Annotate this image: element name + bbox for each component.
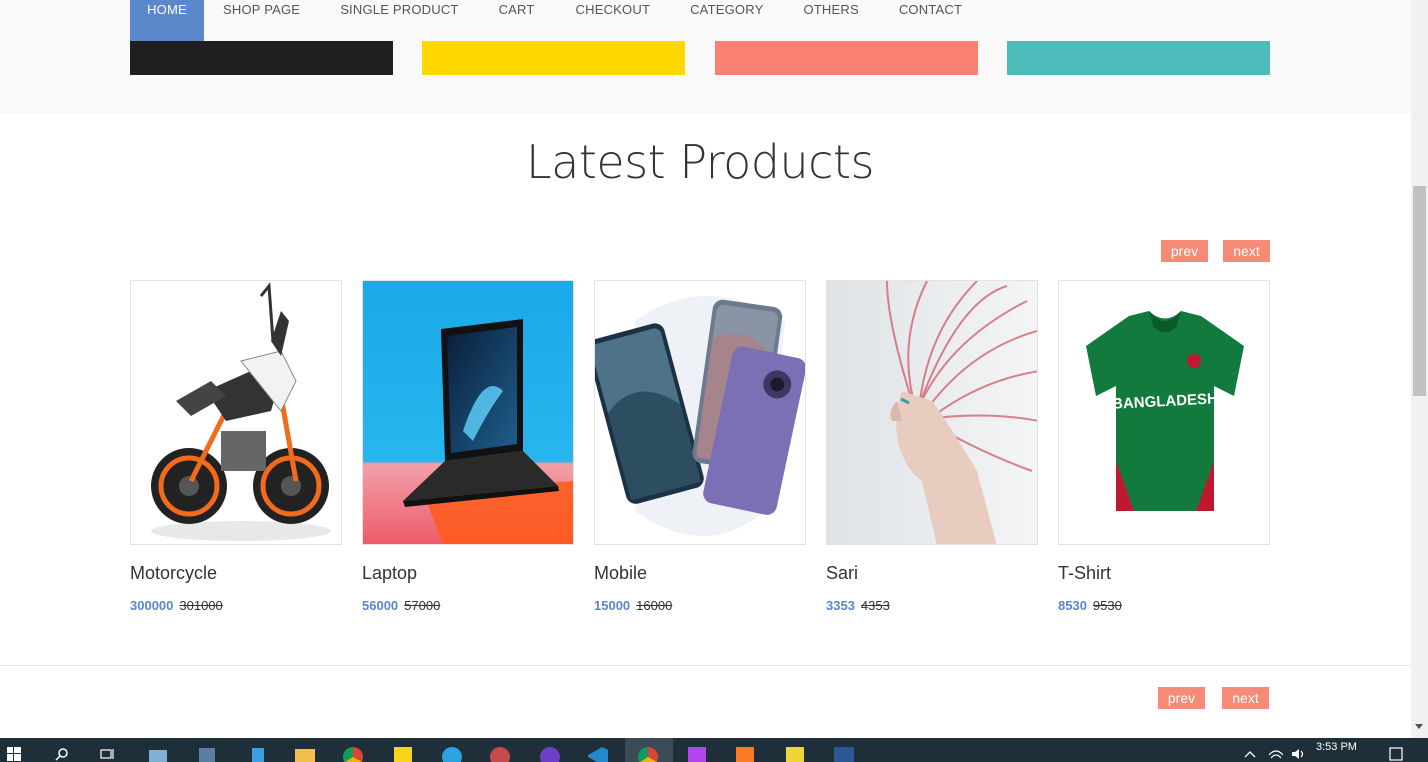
product-name[interactable]: T-Shirt <box>1058 563 1111 584</box>
laptop-image-art <box>363 281 573 544</box>
notification-icon[interactable] <box>1386 746 1406 762</box>
chevron-up-icon[interactable] <box>1240 746 1260 762</box>
windows-start-icon[interactable] <box>4 746 24 762</box>
section-divider <box>0 665 1411 666</box>
volume-icon[interactable] <box>1288 746 1308 762</box>
promo-block-salmon[interactable] <box>715 41 978 75</box>
product-old-price: 57000 <box>404 598 441 613</box>
laptop-image[interactable] <box>362 280 574 545</box>
chrome-icon[interactable] <box>343 746 363 762</box>
mobile-image[interactable] <box>594 280 806 545</box>
github-desktop-icon[interactable] <box>540 746 560 762</box>
product-prices: 8530 9530 <box>1058 598 1122 613</box>
app-icon-blue[interactable] <box>248 746 268 762</box>
nav-home[interactable]: HOME <box>130 0 204 41</box>
search-icon[interactable] <box>52 746 72 762</box>
product-card[interactable]: Motorcycle 300000 301000 <box>130 280 342 613</box>
vscode-icon[interactable] <box>588 746 608 762</box>
wifi-icon[interactable] <box>1266 746 1286 762</box>
nav-single-product[interactable]: SINGLE PRODUCT <box>319 0 477 41</box>
product-old-price: 16000 <box>636 598 673 613</box>
product-price: 300000 <box>130 598 174 613</box>
motorcycle-image-art <box>151 282 331 541</box>
product-card[interactable]: BANGLADESH T-Shirt 8530 9530 <box>1058 280 1270 613</box>
explorer-app-icon[interactable] <box>148 746 168 762</box>
tshirt-image[interactable]: BANGLADESH <box>1058 280 1270 545</box>
task-view-icon[interactable] <box>98 746 118 762</box>
section-title: Latest Products <box>526 135 874 189</box>
product-prices: 3353 4353 <box>826 598 890 613</box>
nav-contact[interactable]: CONTACT <box>878 0 981 41</box>
app-icon-red[interactable] <box>490 746 510 762</box>
sticky-notes-icon[interactable] <box>393 746 413 762</box>
scrollbar-thumb[interactable] <box>1413 186 1426 396</box>
xampp-icon[interactable] <box>735 746 755 762</box>
phpstorm-icon[interactable] <box>687 746 707 762</box>
promo-block-teal[interactable] <box>1007 41 1270 75</box>
page: HOME SHOP PAGE SINGLE PRODUCT CART CHECK… <box>0 0 1411 738</box>
file-explorer-icon[interactable] <box>295 746 315 762</box>
next-button-bottom[interactable]: next <box>1222 687 1269 709</box>
header-band: HOME SHOP PAGE SINGLE PRODUCT CART CHECK… <box>0 0 1411 114</box>
product-price: 56000 <box>362 598 399 613</box>
product-card[interactable]: Laptop 56000 57000 <box>362 280 574 613</box>
nav-others[interactable]: OTHERS <box>782 0 877 41</box>
motorcycle-image[interactable] <box>130 280 342 545</box>
product-name[interactable]: Motorcycle <box>130 563 217 584</box>
nav-shop-page[interactable]: SHOP PAGE <box>204 0 319 41</box>
product-old-price: 9530 <box>1092 598 1122 613</box>
product-prices: 300000 301000 <box>130 598 223 613</box>
prev-button-bottom[interactable]: prev <box>1158 687 1205 709</box>
product-name[interactable]: Sari <box>826 563 858 584</box>
main-nav: HOME SHOP PAGE SINGLE PRODUCT CART CHECK… <box>130 0 981 41</box>
nav-cart[interactable]: CART <box>478 0 554 41</box>
windows-taskbar: 3:53 PM <box>0 738 1428 762</box>
calculator-icon[interactable] <box>197 746 217 762</box>
sari-image-art <box>827 281 1037 544</box>
product-price: 15000 <box>594 598 631 613</box>
product-price: 3353 <box>826 598 855 613</box>
chrome-active-icon[interactable] <box>638 746 658 762</box>
word-icon[interactable] <box>834 746 854 762</box>
product-name[interactable]: Mobile <box>594 563 647 584</box>
taskbar-clock[interactable]: 3:53 PM <box>1316 741 1357 753</box>
sari-image[interactable] <box>826 280 1038 545</box>
media-player-icon[interactable] <box>785 746 805 762</box>
product-card[interactable]: Sari 3353 4353 <box>826 280 1038 613</box>
product-prices: 15000 16000 <box>594 598 672 613</box>
product-price: 8530 <box>1058 598 1087 613</box>
product-prices: 56000 57000 <box>362 598 440 613</box>
promo-block-dark[interactable] <box>130 41 393 75</box>
nav-category[interactable]: CATEGORY <box>669 0 782 41</box>
product-card[interactable]: Mobile 15000 16000 <box>594 280 806 613</box>
product-old-price: 301000 <box>179 598 223 613</box>
next-button[interactable]: next <box>1223 240 1270 262</box>
nav-checkout[interactable]: CHECKOUT <box>554 0 670 41</box>
promo-block-yellow[interactable] <box>422 41 685 75</box>
promo-color-blocks <box>130 41 1270 75</box>
tshirt-image-art: BANGLADESH <box>1086 311 1244 511</box>
product-name[interactable]: Laptop <box>362 563 417 584</box>
product-old-price: 4353 <box>860 598 890 613</box>
page-scrollbar[interactable] <box>1411 0 1428 738</box>
mobile-image-art <box>595 296 805 536</box>
telegram-icon[interactable] <box>442 746 462 762</box>
prev-button[interactable]: prev <box>1161 240 1208 262</box>
scroll-down-arrow-icon[interactable] <box>1415 724 1423 729</box>
